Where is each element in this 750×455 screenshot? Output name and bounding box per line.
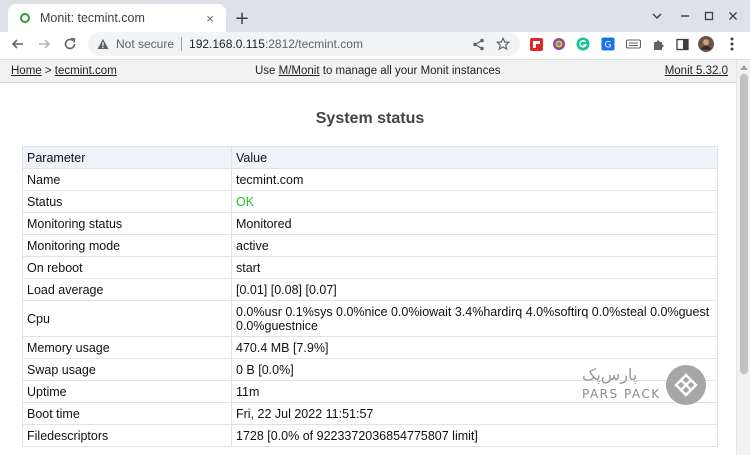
table-row: Name tecmint.com (22, 168, 718, 191)
star-icon[interactable] (493, 34, 513, 54)
forward-arrow-icon[interactable] (34, 34, 54, 54)
row-value: [0.01] [0.08] [0.07] (231, 278, 718, 301)
table-row: Memory usage 470.4 MB [7.9%] (22, 336, 718, 359)
cpu-value-line-1: 0.0%usr 0.1%sys 0.0%nice 0.0%iowait 3.4%… (236, 304, 710, 319)
home-link[interactable]: Home (11, 65, 42, 77)
puzzle-extensions-icon[interactable] (650, 36, 666, 52)
watermark-english-text: PARS PACK (582, 387, 661, 401)
minimize-icon[interactable] (674, 6, 696, 26)
svg-text:G: G (605, 41, 612, 51)
monit-header-bar: Home > tecmint.com Use M/Monit to manage… (0, 60, 736, 83)
row-param: Monitoring mode (22, 234, 232, 257)
row-param: Cpu (22, 300, 232, 337)
row-param: Status (22, 190, 232, 213)
table-row: Filedescriptors 1728 [0.0% of 9223372036… (22, 424, 718, 447)
row-value: 470.4 MB [7.9%] (231, 336, 718, 359)
tab-search-icon[interactable] (646, 6, 668, 26)
row-param: Monitoring status (22, 212, 232, 235)
profile-avatar-icon[interactable] (698, 36, 714, 52)
reload-icon[interactable] (60, 34, 80, 54)
translate-extension-icon[interactable]: G (600, 36, 616, 52)
page-title: System status (315, 110, 425, 127)
row-value: tecmint.com (231, 168, 718, 191)
address-bar[interactable]: Not secure 192.168.0.115:2812/tecmint.co… (88, 32, 520, 56)
new-tab-button[interactable]: + (232, 8, 252, 29)
table-row: On reboot start (22, 256, 718, 279)
security-label[interactable]: Not secure (116, 37, 174, 51)
color-picker-extension-icon[interactable] (551, 36, 567, 52)
table-row: Cpu 0.0%usr 0.1%sys 0.0%nice 0.0%iowait … (22, 300, 718, 337)
omnibox-separator (181, 37, 183, 51)
url-path: :2812/tecmint.com (264, 37, 363, 51)
parspack-logo-icon (666, 365, 706, 405)
row-param: Uptime (22, 380, 232, 403)
table-row: Status OK (22, 190, 718, 213)
browser-toolbar: Not secure 192.168.0.115:2812/tecmint.co… (0, 32, 750, 56)
scrollbar-thumb[interactable] (740, 74, 748, 374)
row-param: Memory usage (22, 336, 232, 359)
row-param: On reboot (22, 256, 232, 279)
share-icon[interactable] (468, 34, 488, 54)
parspack-watermark: پارس‌پک PARS PACK (582, 365, 710, 407)
mmonit-notice: Use M/Monit to manage all your Monit ins… (255, 65, 500, 77)
column-header-parameter: Parameter (22, 146, 232, 169)
warning-triangle-icon[interactable] (96, 37, 110, 51)
scroll-up-arrow-icon[interactable] (740, 63, 748, 71)
row-param: Boot time (22, 402, 232, 425)
breadcrumb-separator: > (41, 65, 55, 77)
cpu-value-line-2: 0.0%guestnice (236, 318, 319, 333)
row-param: Name (22, 168, 232, 191)
sidebar-panel-icon[interactable] (674, 36, 690, 52)
notice-suffix: to manage all your Monit instances (319, 65, 501, 77)
row-value: 1728 [0.0% of 9223372036854775807 limit] (231, 424, 718, 447)
window-close-icon[interactable] (722, 6, 744, 26)
row-param: Filedescriptors (22, 424, 232, 447)
page-scrollbar[interactable] (736, 60, 750, 455)
row-value: active (231, 234, 718, 257)
more-menu-icon[interactable] (724, 36, 740, 52)
mmonit-link[interactable]: M/Monit (279, 65, 320, 77)
column-header-value: Value (231, 146, 718, 169)
browser-tab[interactable]: Monit: tecmint.com × (8, 4, 226, 32)
tab-close-icon[interactable]: × (202, 10, 218, 26)
watermark-persian-text: پارس‌پک (582, 365, 638, 384)
url-host: 192.168.0.115 (189, 37, 265, 51)
status-ok-value: OK (231, 190, 718, 213)
breadcrumb: Home > tecmint.com (11, 65, 117, 77)
table-row: Monitoring mode active (22, 234, 718, 257)
tab-strip: Monit: tecmint.com × + (0, 0, 750, 32)
flipboard-extension-icon[interactable] (528, 36, 544, 52)
notice-prefix: Use (255, 65, 279, 77)
grammarly-extension-icon[interactable] (575, 36, 591, 52)
monit-favicon-icon (18, 11, 32, 25)
row-param: Swap usage (22, 358, 232, 381)
table-row: Load average [0.01] [0.08] [0.07] (22, 278, 718, 301)
row-value: start (231, 256, 718, 279)
tab-title: Monit: tecmint.com (40, 11, 145, 25)
version-link[interactable]: Monit 5.32.0 (665, 65, 728, 77)
back-arrow-icon[interactable] (8, 34, 28, 54)
host-link[interactable]: tecmint.com (55, 65, 117, 77)
keyboard-extension-icon[interactable] (625, 36, 641, 52)
row-param: Load average (22, 278, 232, 301)
maximize-icon[interactable] (698, 6, 720, 26)
table-row: Monitoring status Monitored (22, 212, 718, 235)
table-header-row: Parameter Value (22, 146, 718, 169)
row-value: Monitored (231, 212, 718, 235)
cpu-value: 0.0%usr 0.1%sys 0.0%nice 0.0%iowait 3.4%… (231, 300, 718, 337)
